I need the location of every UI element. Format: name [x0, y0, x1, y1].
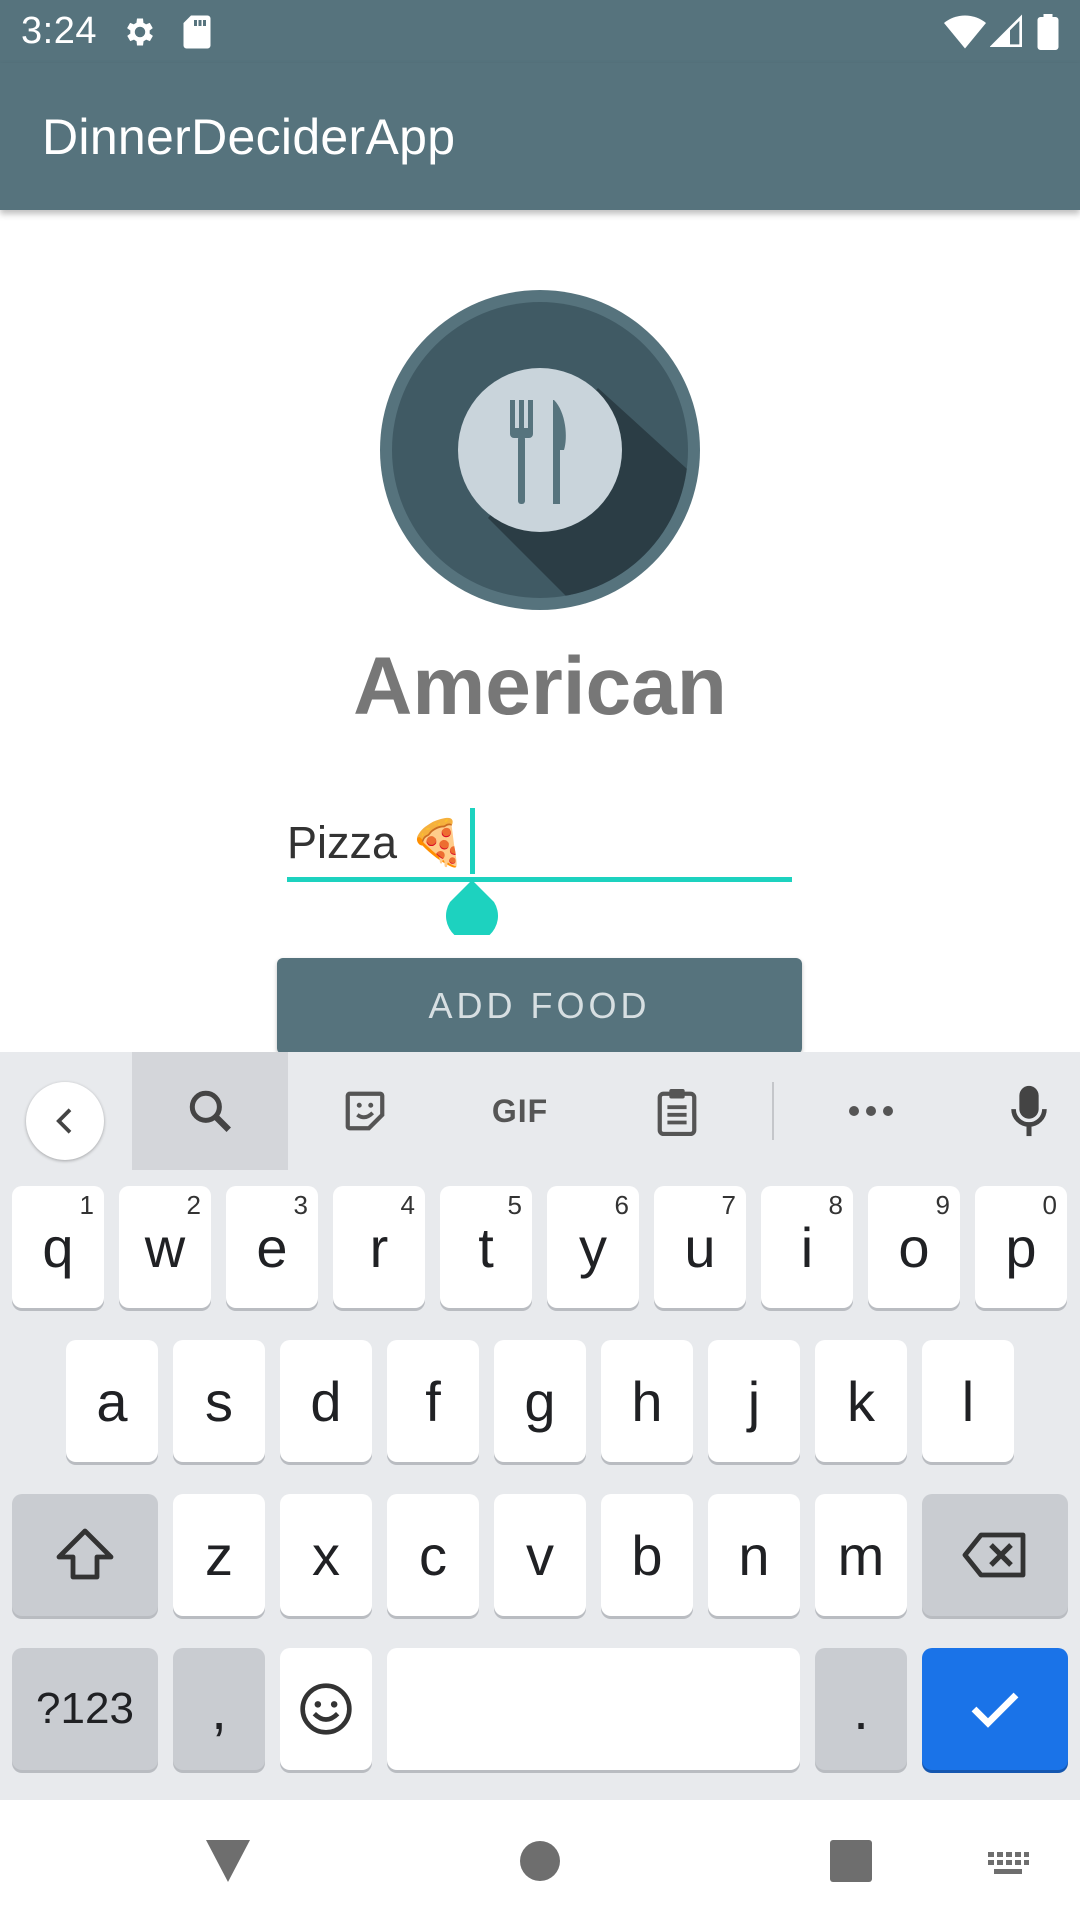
key-p[interactable]: p0 [975, 1186, 1067, 1308]
backspace-icon [962, 1532, 1026, 1578]
key-r[interactable]: r4 [333, 1186, 425, 1308]
key-l[interactable]: l [922, 1340, 1014, 1462]
key-period[interactable]: . [815, 1648, 907, 1770]
input-underline [287, 877, 792, 882]
app-bar: DinnerDeciderApp [0, 63, 1080, 210]
text-cursor [470, 808, 475, 874]
key-w[interactable]: w2 [119, 1186, 211, 1308]
symbols-key[interactable]: ?123 [12, 1648, 158, 1770]
key-m[interactable]: m [815, 1494, 907, 1616]
key-g[interactable]: g [494, 1340, 586, 1462]
add-food-button[interactable]: ADD FOOD [277, 958, 802, 1054]
emoji-icon [300, 1683, 352, 1735]
status-time: 3:24 [21, 10, 97, 52]
food-input-value: Pizza 🍕 [287, 817, 466, 868]
fork-knife-icon [380, 290, 700, 610]
settings-icon [127, 18, 153, 46]
key-q[interactable]: q1 [12, 1186, 104, 1308]
clipboard-icon[interactable] [632, 1052, 722, 1170]
key-j[interactable]: j [708, 1340, 800, 1462]
key-i[interactable]: i8 [761, 1186, 853, 1308]
key-v[interactable]: v [494, 1494, 586, 1616]
key-d[interactable]: d [280, 1340, 372, 1462]
key-comma[interactable]: , [173, 1648, 265, 1770]
key-f[interactable]: f [387, 1340, 479, 1462]
keyboard-toolbar: GIF [0, 1052, 1080, 1170]
key-e[interactable]: e3 [226, 1186, 318, 1308]
key-k[interactable]: k [815, 1340, 907, 1462]
app-title: DinnerDeciderApp [42, 109, 456, 165]
keyboard: GIF q1 w2 e3 r4 t5 y6 u7 i8 o9 p0 a s d … [0, 1052, 1080, 1800]
recents-nav-icon[interactable] [830, 1840, 872, 1882]
key-y[interactable]: y6 [547, 1186, 639, 1308]
key-t[interactable]: t5 [440, 1186, 532, 1308]
key-z[interactable]: z [173, 1494, 265, 1616]
done-key[interactable] [922, 1648, 1068, 1770]
key-c[interactable]: c [387, 1494, 479, 1616]
check-icon [971, 1692, 1019, 1728]
sd-card-icon [183, 15, 211, 49]
mic-icon[interactable] [984, 1052, 1074, 1170]
key-b[interactable]: b [601, 1494, 693, 1616]
key-u[interactable]: u7 [654, 1186, 746, 1308]
backspace-key[interactable] [922, 1494, 1068, 1616]
navigation-bar [0, 1800, 1080, 1920]
home-nav-icon[interactable] [519, 1840, 561, 1882]
food-input[interactable]: Pizza 🍕 [287, 800, 792, 882]
key-o[interactable]: o9 [868, 1186, 960, 1308]
gif-button[interactable]: GIF [470, 1052, 570, 1170]
toolbar-divider [772, 1082, 774, 1140]
wifi-icon [944, 15, 986, 49]
back-nav-icon[interactable] [206, 1840, 250, 1882]
key-x[interactable]: x [280, 1494, 372, 1616]
emoji-key[interactable] [280, 1648, 372, 1770]
search-icon[interactable] [132, 1052, 288, 1170]
cuisine-label: American [353, 641, 727, 732]
key-s[interactable]: s [173, 1340, 265, 1462]
key-n[interactable]: n [708, 1494, 800, 1616]
back-icon[interactable] [26, 1082, 104, 1160]
status-bar: 3:24 [0, 0, 1080, 63]
keyboard-switch-icon[interactable] [986, 1850, 1030, 1878]
key-h[interactable]: h [601, 1340, 693, 1462]
sticker-icon[interactable] [320, 1052, 410, 1170]
key-a[interactable]: a [66, 1340, 158, 1462]
battery-icon [1037, 14, 1059, 50]
space-key[interactable] [387, 1648, 800, 1770]
shift-key[interactable] [12, 1494, 158, 1616]
more-icon[interactable] [826, 1052, 916, 1170]
signal-icon [990, 14, 1022, 47]
cursor-handle[interactable] [446, 880, 498, 935]
shift-icon [56, 1528, 114, 1580]
